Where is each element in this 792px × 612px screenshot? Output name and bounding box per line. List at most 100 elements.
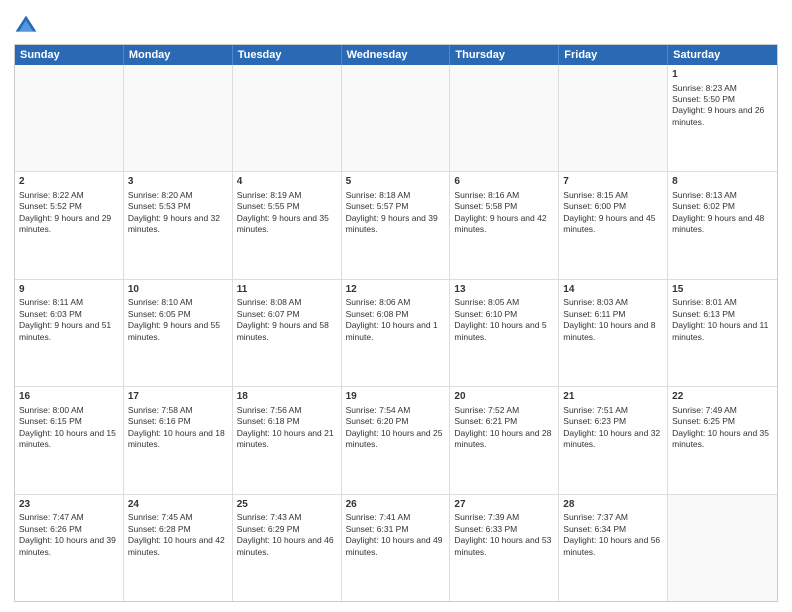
day-number: 21 [563, 390, 663, 404]
calendar-cell: 3Sunrise: 8:20 AM Sunset: 5:53 PM Daylig… [124, 172, 233, 278]
day-number: 11 [237, 283, 337, 297]
calendar-cell [15, 65, 124, 171]
calendar-cell: 5Sunrise: 8:18 AM Sunset: 5:57 PM Daylig… [342, 172, 451, 278]
day-number: 24 [128, 498, 228, 512]
day-info: Sunrise: 8:23 AM Sunset: 5:50 PM Dayligh… [672, 83, 764, 127]
day-info: Sunrise: 8:01 AM Sunset: 6:13 PM Dayligh… [672, 297, 768, 341]
calendar-cell: 23Sunrise: 7:47 AM Sunset: 6:26 PM Dayli… [15, 495, 124, 601]
calendar-cell: 25Sunrise: 7:43 AM Sunset: 6:29 PM Dayli… [233, 495, 342, 601]
day-number: 12 [346, 283, 446, 297]
day-number: 25 [237, 498, 337, 512]
day-number: 16 [19, 390, 119, 404]
calendar-cell: 20Sunrise: 7:52 AM Sunset: 6:21 PM Dayli… [450, 387, 559, 493]
day-number: 2 [19, 175, 119, 189]
calendar-cell [124, 65, 233, 171]
calendar-cell: 27Sunrise: 7:39 AM Sunset: 6:33 PM Dayli… [450, 495, 559, 601]
calendar-cell: 26Sunrise: 7:41 AM Sunset: 6:31 PM Dayli… [342, 495, 451, 601]
calendar-cell: 7Sunrise: 8:15 AM Sunset: 6:00 PM Daylig… [559, 172, 668, 278]
day-number: 6 [454, 175, 554, 189]
calendar-cell: 9Sunrise: 8:11 AM Sunset: 6:03 PM Daylig… [15, 280, 124, 386]
calendar-row-1: 1Sunrise: 8:23 AM Sunset: 5:50 PM Daylig… [15, 65, 777, 171]
calendar-cell: 19Sunrise: 7:54 AM Sunset: 6:20 PM Dayli… [342, 387, 451, 493]
day-number: 7 [563, 175, 663, 189]
day-info: Sunrise: 8:16 AM Sunset: 5:58 PM Dayligh… [454, 190, 546, 234]
header-day-friday: Friday [559, 45, 668, 65]
day-number: 3 [128, 175, 228, 189]
calendar-cell: 18Sunrise: 7:56 AM Sunset: 6:18 PM Dayli… [233, 387, 342, 493]
calendar-cell: 21Sunrise: 7:51 AM Sunset: 6:23 PM Dayli… [559, 387, 668, 493]
day-info: Sunrise: 8:10 AM Sunset: 6:05 PM Dayligh… [128, 297, 220, 341]
calendar-cell: 11Sunrise: 8:08 AM Sunset: 6:07 PM Dayli… [233, 280, 342, 386]
header [14, 10, 778, 38]
calendar-cell [559, 65, 668, 171]
calendar-cell [450, 65, 559, 171]
calendar-cell: 6Sunrise: 8:16 AM Sunset: 5:58 PM Daylig… [450, 172, 559, 278]
calendar-cell: 8Sunrise: 8:13 AM Sunset: 6:02 PM Daylig… [668, 172, 777, 278]
calendar-row-4: 16Sunrise: 8:00 AM Sunset: 6:15 PM Dayli… [15, 386, 777, 493]
day-number: 1 [672, 68, 773, 82]
day-number: 20 [454, 390, 554, 404]
calendar-cell: 24Sunrise: 7:45 AM Sunset: 6:28 PM Dayli… [124, 495, 233, 601]
calendar-body: 1Sunrise: 8:23 AM Sunset: 5:50 PM Daylig… [15, 65, 777, 601]
calendar-cell [233, 65, 342, 171]
calendar-cell: 2Sunrise: 8:22 AM Sunset: 5:52 PM Daylig… [15, 172, 124, 278]
calendar-cell: 12Sunrise: 8:06 AM Sunset: 6:08 PM Dayli… [342, 280, 451, 386]
calendar-cell: 13Sunrise: 8:05 AM Sunset: 6:10 PM Dayli… [450, 280, 559, 386]
day-info: Sunrise: 7:45 AM Sunset: 6:28 PM Dayligh… [128, 512, 225, 556]
day-info: Sunrise: 7:54 AM Sunset: 6:20 PM Dayligh… [346, 405, 443, 449]
day-info: Sunrise: 7:37 AM Sunset: 6:34 PM Dayligh… [563, 512, 660, 556]
day-info: Sunrise: 8:05 AM Sunset: 6:10 PM Dayligh… [454, 297, 546, 341]
logo-icon [14, 14, 38, 38]
day-info: Sunrise: 8:08 AM Sunset: 6:07 PM Dayligh… [237, 297, 329, 341]
day-number: 18 [237, 390, 337, 404]
day-number: 14 [563, 283, 663, 297]
day-info: Sunrise: 8:15 AM Sunset: 6:00 PM Dayligh… [563, 190, 655, 234]
header-day-wednesday: Wednesday [342, 45, 451, 65]
day-info: Sunrise: 8:19 AM Sunset: 5:55 PM Dayligh… [237, 190, 329, 234]
day-number: 10 [128, 283, 228, 297]
day-number: 13 [454, 283, 554, 297]
header-day-tuesday: Tuesday [233, 45, 342, 65]
day-info: Sunrise: 7:58 AM Sunset: 6:16 PM Dayligh… [128, 405, 225, 449]
day-number: 19 [346, 390, 446, 404]
page: SundayMondayTuesdayWednesdayThursdayFrid… [0, 0, 792, 612]
day-info: Sunrise: 8:13 AM Sunset: 6:02 PM Dayligh… [672, 190, 764, 234]
day-number: 17 [128, 390, 228, 404]
day-info: Sunrise: 8:20 AM Sunset: 5:53 PM Dayligh… [128, 190, 220, 234]
day-info: Sunrise: 7:51 AM Sunset: 6:23 PM Dayligh… [563, 405, 660, 449]
logo [14, 14, 40, 38]
calendar-cell: 17Sunrise: 7:58 AM Sunset: 6:16 PM Dayli… [124, 387, 233, 493]
day-info: Sunrise: 7:41 AM Sunset: 6:31 PM Dayligh… [346, 512, 443, 556]
calendar-cell: 10Sunrise: 8:10 AM Sunset: 6:05 PM Dayli… [124, 280, 233, 386]
day-info: Sunrise: 7:49 AM Sunset: 6:25 PM Dayligh… [672, 405, 769, 449]
day-info: Sunrise: 8:06 AM Sunset: 6:08 PM Dayligh… [346, 297, 438, 341]
calendar-cell: 1Sunrise: 8:23 AM Sunset: 5:50 PM Daylig… [668, 65, 777, 171]
day-info: Sunrise: 7:52 AM Sunset: 6:21 PM Dayligh… [454, 405, 551, 449]
day-number: 22 [672, 390, 773, 404]
calendar-cell [342, 65, 451, 171]
calendar-row-3: 9Sunrise: 8:11 AM Sunset: 6:03 PM Daylig… [15, 279, 777, 386]
calendar-cell: 15Sunrise: 8:01 AM Sunset: 6:13 PM Dayli… [668, 280, 777, 386]
calendar-cell: 28Sunrise: 7:37 AM Sunset: 6:34 PM Dayli… [559, 495, 668, 601]
day-number: 9 [19, 283, 119, 297]
calendar-row-5: 23Sunrise: 7:47 AM Sunset: 6:26 PM Dayli… [15, 494, 777, 601]
header-day-saturday: Saturday [668, 45, 777, 65]
day-info: Sunrise: 7:47 AM Sunset: 6:26 PM Dayligh… [19, 512, 116, 556]
calendar-cell: 22Sunrise: 7:49 AM Sunset: 6:25 PM Dayli… [668, 387, 777, 493]
day-info: Sunrise: 7:43 AM Sunset: 6:29 PM Dayligh… [237, 512, 334, 556]
day-number: 4 [237, 175, 337, 189]
calendar-header: SundayMondayTuesdayWednesdayThursdayFrid… [15, 45, 777, 65]
day-number: 8 [672, 175, 773, 189]
day-number: 5 [346, 175, 446, 189]
header-day-sunday: Sunday [15, 45, 124, 65]
calendar-cell: 14Sunrise: 8:03 AM Sunset: 6:11 PM Dayli… [559, 280, 668, 386]
day-info: Sunrise: 8:22 AM Sunset: 5:52 PM Dayligh… [19, 190, 111, 234]
day-number: 26 [346, 498, 446, 512]
day-info: Sunrise: 8:11 AM Sunset: 6:03 PM Dayligh… [19, 297, 111, 341]
day-info: Sunrise: 7:39 AM Sunset: 6:33 PM Dayligh… [454, 512, 551, 556]
day-number: 28 [563, 498, 663, 512]
calendar: SundayMondayTuesdayWednesdayThursdayFrid… [14, 44, 778, 602]
header-day-thursday: Thursday [450, 45, 559, 65]
calendar-row-2: 2Sunrise: 8:22 AM Sunset: 5:52 PM Daylig… [15, 171, 777, 278]
day-info: Sunrise: 8:18 AM Sunset: 5:57 PM Dayligh… [346, 190, 438, 234]
